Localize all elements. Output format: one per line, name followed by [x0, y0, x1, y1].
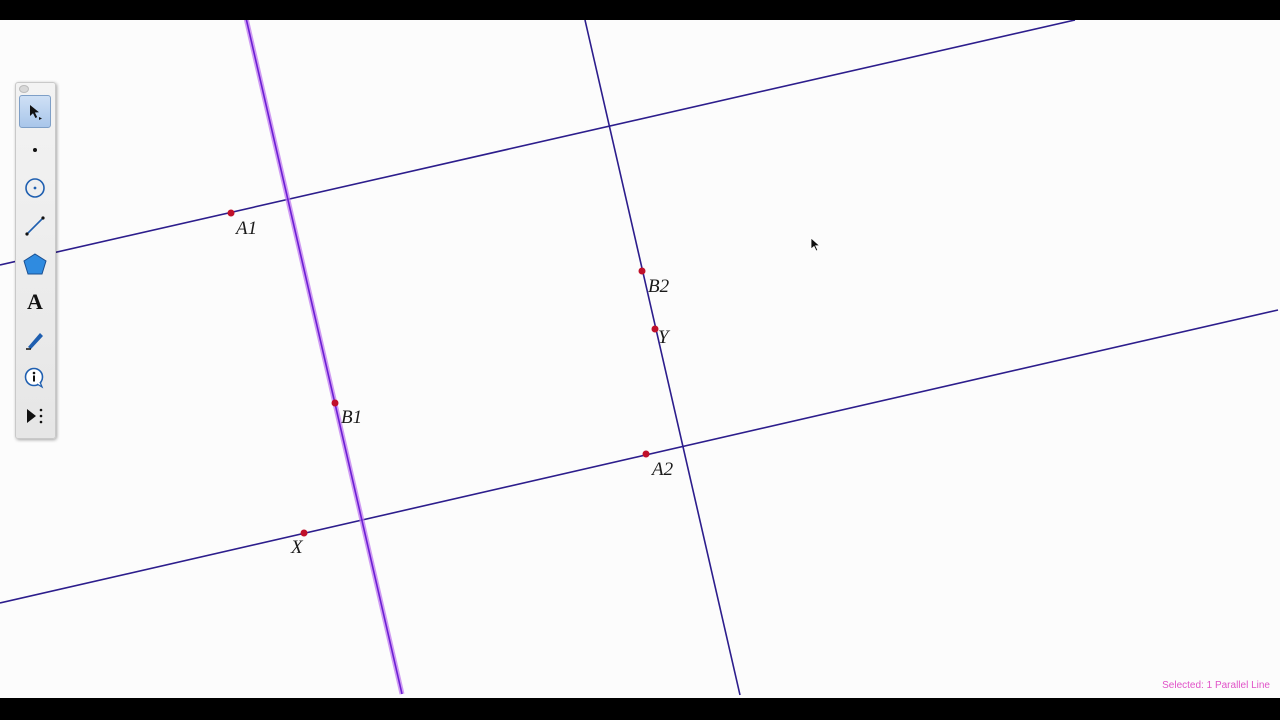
sketch-canvas[interactable]: A1 B1 B2 Y A2 X Selected: 1 Parallel Lin… — [0, 20, 1280, 698]
selected-parallel-line[interactable] — [245, 20, 403, 695]
toolbox-palette: A — [15, 82, 56, 439]
segment-icon — [25, 215, 45, 236]
label-A1[interactable]: A1 — [234, 218, 257, 239]
text-a-icon: A — [27, 288, 43, 314]
compass-tool[interactable] — [19, 171, 51, 204]
polygon-tool[interactable] — [19, 247, 51, 280]
custom-tools-menu[interactable] — [19, 399, 51, 432]
circle-icon — [25, 177, 45, 198]
label-Y[interactable]: Y — [658, 327, 671, 348]
construction-drawing[interactable]: A1 B1 B2 Y A2 X — [0, 20, 1280, 698]
info-icon — [24, 367, 44, 389]
arrow-icon — [30, 104, 42, 120]
selection-arrow-tool[interactable] — [19, 95, 51, 128]
play-dots-icon — [27, 408, 43, 423]
information-tool[interactable] — [19, 361, 51, 394]
mouse-cursor-icon — [810, 237, 821, 252]
screen: A1 B1 B2 Y A2 X Selected: 1 Parallel Lin… — [0, 0, 1280, 720]
pen-icon — [26, 332, 43, 350]
label-A2[interactable]: A2 — [650, 459, 674, 480]
polygon-icon — [23, 252, 47, 274]
point-A2[interactable] — [642, 450, 650, 458]
marker-tool[interactable] — [19, 323, 51, 356]
label-B1[interactable]: B1 — [341, 407, 362, 428]
line-lower-slanted[interactable] — [0, 309, 1279, 604]
point-X[interactable] — [300, 529, 308, 537]
straightedge-tool[interactable] — [19, 209, 51, 242]
line-right-steep[interactable] — [584, 20, 741, 696]
point-tool[interactable] — [19, 133, 51, 166]
point-B1[interactable] — [331, 399, 339, 407]
toolbox-close-icon[interactable] — [19, 85, 29, 93]
selection-status: Selected: 1 Parallel Line — [1162, 680, 1270, 691]
point-A1[interactable] — [227, 209, 235, 217]
label-X[interactable]: X — [290, 537, 304, 558]
line-upper-slanted[interactable] — [0, 20, 1076, 266]
point-icon — [33, 147, 37, 152]
point-B2[interactable] — [638, 267, 646, 275]
text-tool[interactable]: A — [19, 285, 51, 318]
label-B2[interactable]: B2 — [648, 276, 670, 297]
